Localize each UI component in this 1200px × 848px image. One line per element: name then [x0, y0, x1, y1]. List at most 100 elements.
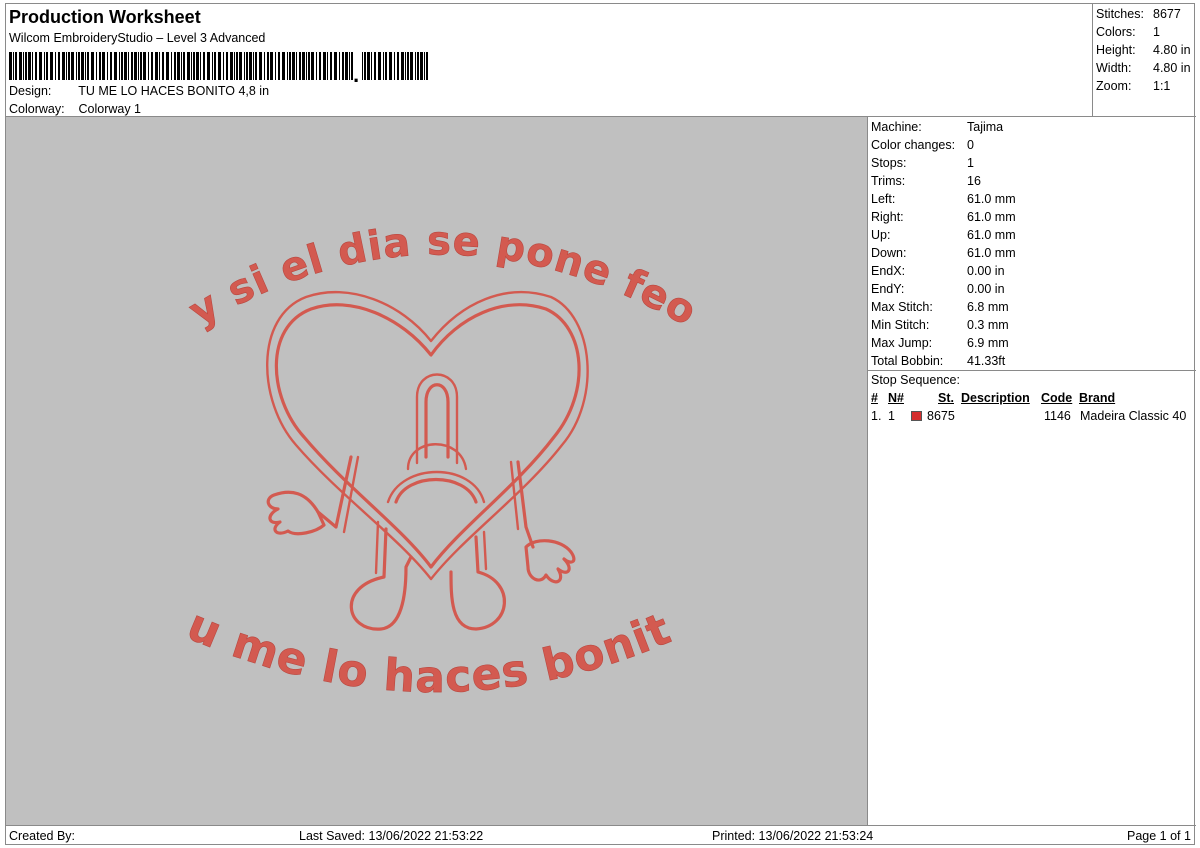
barcode-bar	[302, 52, 305, 80]
design-label: Design:	[9, 84, 52, 98]
barcode-bar	[15, 52, 17, 80]
barcode-bar	[19, 52, 22, 80]
machine-specs: Machine: Tajima Color changes: 0 Stops: 1 Trim…	[868, 117, 1196, 371]
barcode: ,	[9, 52, 428, 82]
col-code: Code	[1041, 391, 1073, 405]
barcode-bar	[234, 52, 235, 80]
barcode-bar	[410, 52, 413, 80]
barcode-bar	[110, 52, 112, 80]
barcode-bar	[230, 52, 233, 80]
colorway-row: Colorway: Colorway 1	[9, 102, 141, 116]
barcode-bar	[28, 52, 31, 80]
spec-row: Trims: 16	[871, 174, 981, 188]
left-leg	[349, 527, 413, 631]
spec-row: EndY: 0.00 in	[871, 282, 1005, 296]
created-by: Created By:	[9, 829, 76, 843]
spec-value: 61.0 mm	[967, 210, 1016, 224]
barcode-bar	[223, 52, 224, 80]
barcode-bar	[155, 52, 158, 80]
barcode-bar	[23, 52, 24, 80]
width-row: Width: 4.80 in	[1096, 61, 1191, 75]
barcode-bar	[35, 52, 37, 80]
thread-color-swatch	[911, 411, 922, 421]
stop-sequence-caption: Stop Sequence:	[871, 373, 960, 387]
barcode-bar	[212, 52, 213, 80]
row-needle: 1	[888, 409, 895, 423]
width-value: 4.80 in	[1153, 61, 1191, 75]
spec-value: 41.33ft	[967, 354, 1006, 368]
spec-row: Right: 61.0 mm	[871, 210, 1016, 224]
barcode-bar	[119, 52, 120, 80]
width-label: Width:	[1096, 61, 1132, 75]
barcode-bar	[339, 52, 340, 80]
barcode-separator: ,	[353, 62, 359, 82]
barcode-bar	[417, 52, 419, 80]
barcode-bar	[148, 52, 149, 80]
barcode-bar	[364, 52, 366, 80]
barcode-bar	[87, 52, 89, 80]
barcode-bar	[311, 52, 314, 80]
zoom-value: 1:1	[1153, 79, 1171, 93]
barcode-bar	[162, 52, 164, 80]
spec-label: Down:	[871, 246, 907, 260]
row-index: 1.	[871, 409, 882, 423]
barcode-bar	[13, 52, 14, 80]
barcode-bar	[68, 52, 70, 80]
barcode-bar	[159, 52, 160, 80]
barcode-bar	[140, 52, 142, 80]
col-needle: N#	[888, 391, 904, 405]
spec-value: 0.00 in	[967, 282, 1005, 296]
barcode-bar	[58, 52, 60, 80]
summary-panel: Stitches: 8677 Colors: 1 Height: 4.80 in Wi…	[1092, 4, 1196, 117]
barcode-bar	[383, 52, 384, 80]
barcode-bar	[96, 52, 97, 80]
embroidery-artwork: y si el dia se pone feo tu me lo haces b…	[6, 117, 704, 703]
last-saved: Last Saved: 13/06/2022 21:53:22	[299, 829, 484, 843]
stitches-row: Stitches: 8677	[1096, 7, 1181, 21]
barcode-bar	[397, 52, 399, 80]
barcode-bar	[32, 52, 33, 80]
colors-value: 1	[1153, 25, 1160, 39]
frown-mouth	[394, 477, 478, 504]
spec-label: Up:	[871, 228, 891, 242]
barcode-bar	[270, 52, 273, 80]
height-label: Height:	[1096, 43, 1136, 57]
barcode-bar	[267, 52, 269, 80]
barcode-bar	[25, 52, 27, 80]
col-description: Description	[961, 391, 1030, 405]
barcode-bar	[128, 52, 129, 80]
barcode-bar	[371, 52, 372, 80]
barcode-bar	[401, 52, 404, 80]
spec-label: Max Stitch:	[871, 300, 933, 314]
spec-value: 6.8 mm	[967, 300, 1009, 314]
barcode-bar	[330, 52, 332, 80]
barcode-bar	[181, 52, 182, 80]
barcode-bar	[249, 52, 252, 80]
height-row: Height: 4.80 in	[1096, 43, 1191, 57]
barcode-bar	[214, 52, 216, 80]
barcode-bar	[316, 52, 317, 80]
spec-row: Left: 61.0 mm	[871, 192, 1016, 206]
top-arc-text: y si el dia se pone feo	[181, 218, 704, 335]
barcode-bar	[345, 52, 348, 80]
barcode-bar	[76, 52, 77, 80]
colors-row: Colors: 1	[1096, 25, 1160, 39]
barcode-bar	[282, 52, 285, 80]
barcode-bar	[308, 52, 310, 80]
barcode-bar	[99, 52, 101, 80]
printed-date: Printed: 13/06/2022 21:53:24	[712, 829, 874, 843]
row-code: 1146	[1044, 409, 1071, 423]
barcode-bar	[134, 52, 137, 80]
worksheet-frame: Production Worksheet Wilcom EmbroiderySt…	[5, 3, 1196, 845]
barcode-bar	[407, 52, 409, 80]
spec-label: Left:	[871, 192, 896, 206]
barcode-bar	[138, 52, 139, 80]
barcode-bar	[253, 52, 254, 80]
barcode-bar	[151, 52, 153, 80]
height-value: 4.80 in	[1153, 43, 1191, 57]
spec-value: 0.00 in	[967, 264, 1005, 278]
barcode-bar	[389, 52, 392, 80]
barcode-bar	[323, 52, 326, 80]
barcode-bar	[367, 52, 370, 80]
barcode-bar	[264, 52, 265, 80]
